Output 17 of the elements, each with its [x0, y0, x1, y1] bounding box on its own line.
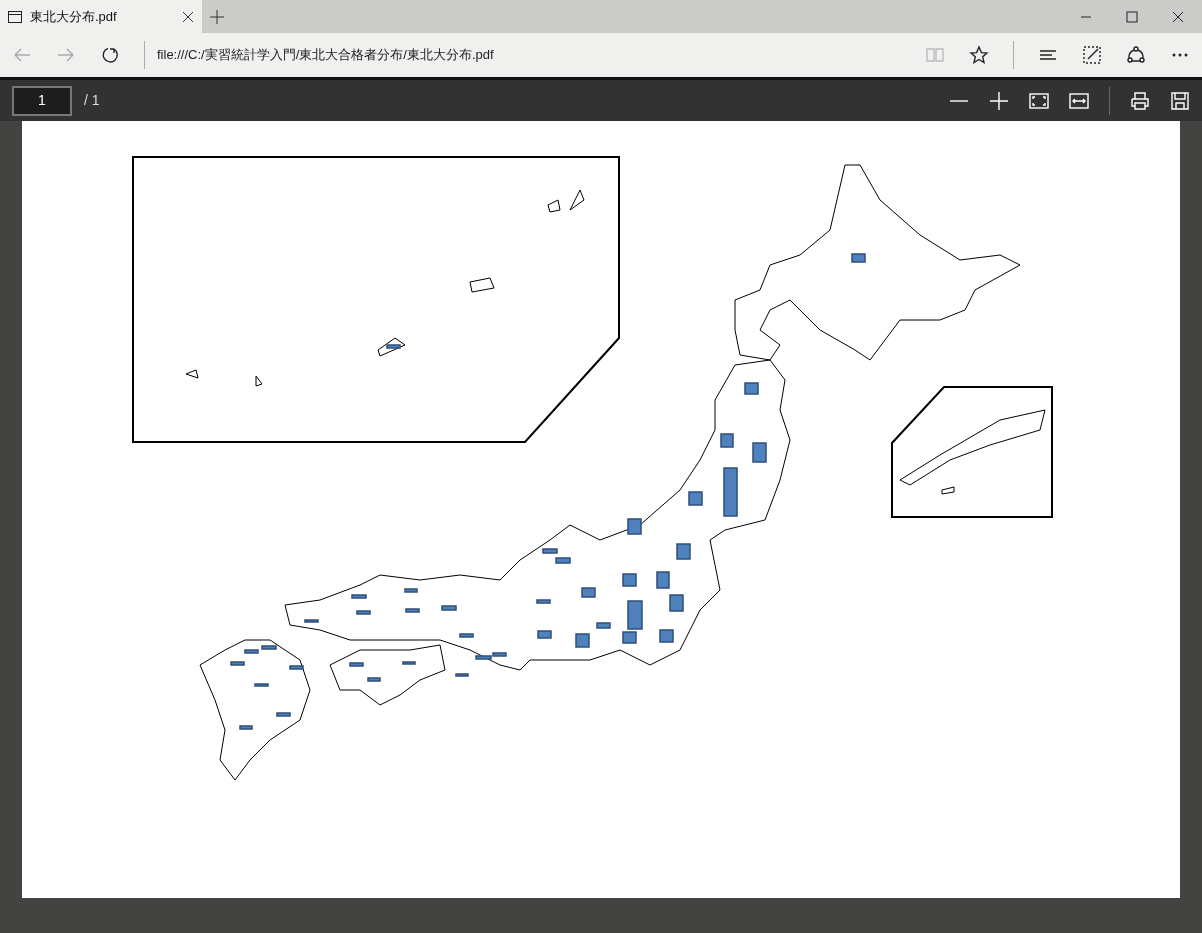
browser-tab[interactable]: 東北大分布.pdf — [0, 0, 202, 33]
tab-page-icon — [8, 10, 22, 23]
maximize-icon[interactable] — [1126, 10, 1138, 23]
page-number-field[interactable]: 1 — [12, 85, 72, 116]
fit-width-icon[interactable] — [1069, 90, 1089, 111]
share-icon[interactable] — [1126, 45, 1146, 65]
pen-note-icon[interactable] — [1082, 45, 1102, 65]
tab-title: 東北大分布.pdf — [30, 7, 118, 26]
fit-page-icon[interactable] — [1029, 90, 1049, 111]
star-icon[interactable] — [969, 45, 989, 65]
save-icon[interactable] — [1170, 90, 1190, 111]
print-icon[interactable] — [1130, 90, 1150, 111]
close-icon[interactable] — [182, 10, 194, 23]
zoom-in-icon[interactable] — [989, 90, 1009, 111]
page-total: / 1 — [84, 91, 100, 110]
close-icon[interactable] — [1172, 10, 1184, 23]
refresh-icon[interactable] — [100, 45, 120, 65]
